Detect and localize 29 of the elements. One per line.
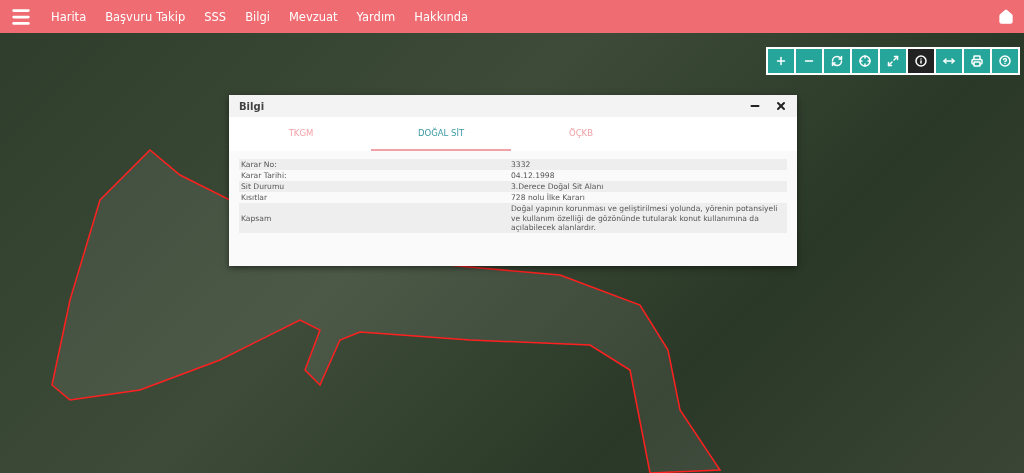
- nav-link[interactable]: Yardım: [356, 9, 396, 24]
- zoom-in-button[interactable]: [768, 49, 794, 73]
- info-icon: [915, 55, 927, 67]
- nav-link[interactable]: Bilgi: [245, 9, 270, 24]
- nav-link[interactable]: Mevzuat: [288, 9, 338, 24]
- plus-icon: [775, 55, 787, 67]
- close-icon: [775, 100, 787, 112]
- refresh-icon: [831, 55, 843, 67]
- home-icon[interactable]: [998, 8, 1014, 25]
- zoom-out-button[interactable]: [796, 49, 822, 73]
- nav-link[interactable]: Hakkında: [414, 9, 469, 24]
- refresh-button[interactable]: [824, 49, 850, 73]
- nav-link[interactable]: SSS: [204, 9, 227, 24]
- info-button[interactable]: [908, 49, 934, 73]
- crosshair-icon: [859, 55, 871, 67]
- dialog-tab[interactable]: DOĞAL SİT: [371, 117, 511, 151]
- nav-link[interactable]: Başvuru Takip: [105, 9, 186, 24]
- dialog-tab[interactable]: TKGM: [231, 117, 371, 151]
- print-button[interactable]: [964, 49, 990, 73]
- locate-button[interactable]: [852, 49, 878, 73]
- dialog-tab[interactable]: ÖÇKB: [511, 117, 651, 151]
- nav-link[interactable]: Harita: [51, 9, 87, 24]
- horizontal-arrows-icon: [943, 55, 955, 67]
- dialog-title: Bilgi: [239, 100, 266, 112]
- help-button[interactable]: [992, 49, 1018, 73]
- expand-icon: [887, 55, 899, 67]
- close-button[interactable]: [775, 100, 787, 112]
- printer-icon: [971, 55, 983, 67]
- help-icon: [999, 55, 1011, 67]
